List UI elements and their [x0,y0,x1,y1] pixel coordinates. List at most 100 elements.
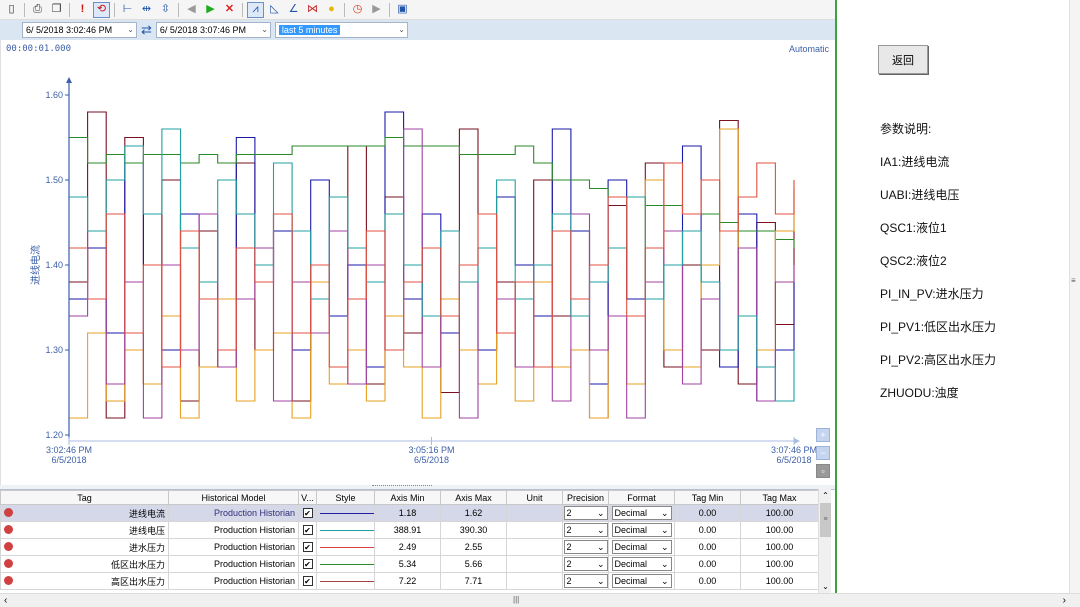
chevron-down-icon[interactable]: ⌄ [661,559,669,570]
axis-min[interactable]: 1.18 [374,504,441,522]
format-select[interactable]: Decimal ⌄ [611,540,672,554]
format-select[interactable]: Decimal ⌄ [611,506,672,520]
chevron-down-icon[interactable]: ⌄ [661,576,669,587]
back-icon[interactable]: ◀ [183,2,200,18]
format-cell[interactable]: Decimal ⌄ [608,538,675,556]
precision-select[interactable]: 2 ⌄ [563,574,608,588]
area-icon[interactable]: ◺ [266,2,283,18]
marker-icon[interactable]: ⋈ [304,2,321,18]
precision-select[interactable]: 2 ⌄ [563,540,608,554]
precision-select[interactable]: 2 ⌄ [563,506,608,520]
bulb-icon[interactable]: ● [323,2,340,18]
tag-cell[interactable]: 低区出水压力 [0,555,169,573]
chevron-down-icon[interactable]: ⌄ [661,525,669,536]
scroll-down-icon[interactable]: ⌄ [819,582,832,591]
chevron-down-icon[interactable]: ⌄ [597,576,605,587]
axis-max[interactable]: 1.62 [440,504,507,522]
visible-checkbox[interactable]: ✔ [302,508,313,518]
visible-checkbox[interactable]: ✔ [302,559,313,569]
pan-icon[interactable]: ⇹ [138,2,155,18]
chevron-down-icon[interactable]: ⌄ [661,508,669,519]
axis-min[interactable]: 7.22 [374,572,441,590]
column-header[interactable]: Tag Min [674,490,741,505]
column-header[interactable]: Precision [562,490,609,505]
refresh-icon[interactable]: ⟲ [93,1,110,18]
scroll-right-icon[interactable]: › [1063,595,1066,606]
tag-cell[interactable]: 进线电流 [0,504,169,522]
style-cell[interactable] [316,504,375,522]
horizontal-scrollbar[interactable]: ‹ ||| › [0,593,1080,607]
start-time-picker[interactable]: 6/ 5/2018 3:02:46 PM ⌄ [22,22,137,38]
format-select[interactable]: Decimal ⌄ [611,523,672,537]
axis-max[interactable]: 2.55 [440,538,507,556]
scale-icon[interactable]: ⇳ [157,2,174,18]
back-button[interactable]: 返回 [878,45,928,74]
precision-select[interactable]: 2 ⌄ [563,557,608,571]
visible-checkbox[interactable]: ✔ [302,542,313,552]
chevron-down-icon[interactable]: ⌄ [597,542,605,553]
axis-max[interactable]: 390.30 [440,521,507,539]
scroll-thumb[interactable]: ≡ [820,503,831,537]
chevron-down-icon[interactable]: ⌄ [597,508,605,519]
table-row[interactable]: 进水压力 Production Historian ✔ 2.49 2.55 2 ⌄ Decim… [0,538,819,556]
time-range-icon[interactable]: ⊢ [119,2,136,18]
format-cell[interactable]: Decimal ⌄ [608,555,675,573]
table-row[interactable]: 进线电压 Production Historian ✔ 388.91 390.30 2 ⌄ D… [0,521,819,539]
clock-icon[interactable]: ◷ [349,2,366,18]
end-time-picker[interactable]: 6/ 5/2018 3:07:46 PM ⌄ [155,22,271,38]
column-header[interactable]: Format [608,490,675,505]
grid-scrollbar[interactable]: ⌃ ≡ ⌄ [818,489,831,593]
play-icon[interactable]: ▶ [368,2,385,18]
style-cell[interactable] [316,555,375,573]
swap-arrow-icon[interactable]: ⇄ [141,22,152,38]
format-cell[interactable]: Decimal ⌄ [608,572,675,590]
trend-chart[interactable]: 1.201.301.401.501.60进线电流3:02:46 PM6/5/20… [1,40,836,485]
chevron-down-icon[interactable]: ⌄ [597,559,605,570]
print-icon[interactable]: ⎙ [29,2,46,18]
tag-cell[interactable]: 进线电压 [0,521,169,539]
table-row[interactable]: 低区出水压力 Production Historian ✔ 5.34 5.66 2 ⌄ Dec… [0,555,819,573]
export-icon[interactable]: ▣ [394,2,411,18]
scroll-up-icon[interactable]: ⌃ [819,491,832,500]
precision-select[interactable]: 2 ⌄ [563,523,608,537]
chevron-down-icon[interactable]: ⌄ [127,25,134,34]
precision-cell[interactable]: 2 ⌄ [562,521,609,539]
delete-icon[interactable]: ✕ [221,2,238,18]
column-header[interactable]: Axis Max [440,490,507,505]
chevron-down-icon[interactable]: ⌄ [597,525,605,536]
format-select[interactable]: Decimal ⌄ [611,557,672,571]
scroll-grip-icon[interactable]: ≡ [1071,276,1076,285]
chevron-down-icon[interactable]: ⌄ [261,25,268,34]
column-header[interactable]: Style [316,490,375,505]
column-header[interactable]: Axis Min [374,490,441,505]
plot-area[interactable]: 00:00:01.000 Automatic 1.20 1.30 1.40 1.50 1… [0,40,835,485]
alarm-icon[interactable]: ! [74,2,91,18]
style-cell[interactable] [316,572,375,590]
axis-max[interactable]: 7.71 [440,572,507,590]
zoom-in-icon[interactable]: + [816,428,830,442]
forward-icon[interactable]: ▶ [202,2,219,18]
precision-cell[interactable]: 2 ⌄ [562,572,609,590]
table-row[interactable]: 高区出水压力 Production Historian ✔ 7.22 7.71 2 ⌄ Dec… [0,572,819,590]
page-scrollbar[interactable]: ≡ [1069,0,1080,593]
tag-cell[interactable]: 高区出水压力 [0,572,169,590]
new-icon[interactable]: ▯ [3,2,20,18]
zoom-out-icon[interactable]: − [816,446,830,460]
format-cell[interactable]: Decimal ⌄ [608,504,675,522]
precision-cell[interactable]: 2 ⌄ [562,504,609,522]
scroll-left-icon[interactable]: ‹ [4,595,7,606]
axis-min[interactable]: 2.49 [374,538,441,556]
visible-checkbox[interactable]: ✔ [302,525,313,535]
format-cell[interactable]: Decimal ⌄ [608,521,675,539]
column-header[interactable]: V... [298,490,317,505]
column-header[interactable]: Historical Model [168,490,299,505]
duration-select[interactable]: last 5 minutes ⌄ [274,22,408,38]
precision-cell[interactable]: 2 ⌄ [562,555,609,573]
precision-cell[interactable]: 2 ⌄ [562,538,609,556]
line-icon[interactable]: ∠ [285,2,302,18]
tag-cell[interactable]: 进水压力 [0,538,169,556]
axis-max[interactable]: 5.66 [440,555,507,573]
style-cell[interactable] [316,521,375,539]
visible-checkbox[interactable]: ✔ [302,576,313,586]
chevron-down-icon[interactable]: ⌄ [661,542,669,553]
